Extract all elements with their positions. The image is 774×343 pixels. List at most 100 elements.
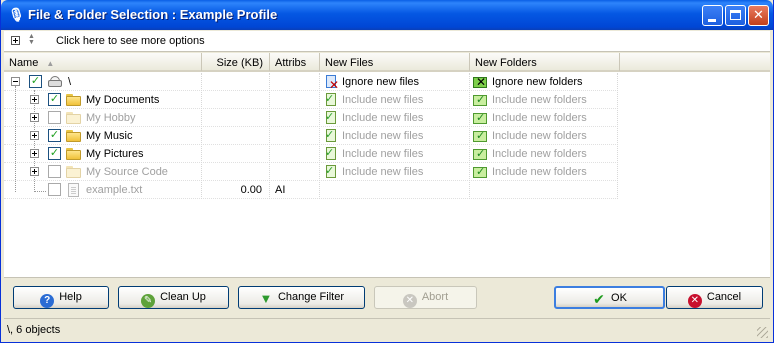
row-new-files[interactable]: Include new files	[342, 148, 423, 160]
column-header-new-folders[interactable]: New Folders	[470, 53, 620, 71]
close-icon: ✕	[753, 7, 764, 22]
checkmark-icon: ✔	[593, 291, 605, 307]
minimize-button[interactable]	[702, 5, 723, 26]
abort-icon: ✕	[402, 294, 417, 308]
change-filter-button[interactable]: ▼ Change Filter	[238, 286, 365, 309]
include-new-folders-icon[interactable]: ✓	[472, 128, 488, 144]
include-new-files-icon[interactable]: ✓	[323, 110, 339, 126]
row-checkbox[interactable]	[48, 147, 61, 160]
include-new-files-icon[interactable]: ✓	[323, 128, 339, 144]
folder-icon	[66, 166, 81, 178]
folder-icon	[66, 148, 81, 160]
clean-up-button[interactable]: ✎ Clean Up	[118, 286, 229, 309]
row-checkbox[interactable]	[48, 165, 61, 178]
column-header-size[interactable]: Size (KB)	[202, 53, 270, 71]
row-new-files[interactable]: Include new files	[342, 166, 423, 178]
window-title: File & Folder Selection : Example Profil…	[28, 7, 278, 22]
expand-icon[interactable]	[30, 149, 39, 158]
row-divider	[4, 144, 616, 145]
expand-icon[interactable]	[30, 167, 39, 176]
include-new-folders-icon[interactable]: ✓	[472, 146, 488, 162]
include-new-files-icon[interactable]: ✓	[323, 146, 339, 162]
row-checkbox[interactable]	[48, 129, 61, 142]
row-new-folders[interactable]: Include new folders	[492, 148, 587, 160]
include-new-folders-icon[interactable]: ✓	[472, 110, 488, 126]
minimize-icon	[708, 19, 716, 22]
table-row[interactable]: My Hobby ✓ Include new files ✓ Include n…	[4, 109, 624, 127]
ok-button-label: OK	[611, 292, 627, 304]
maximize-button[interactable]	[725, 5, 746, 26]
status-text: \, 6 objects	[7, 324, 61, 336]
expand-icon[interactable]	[30, 95, 39, 104]
help-button-label: Help	[59, 291, 82, 303]
column-header-name[interactable]: Name ▲	[4, 53, 202, 71]
column-header-name-label: Name	[9, 57, 39, 69]
row-name: My Documents	[86, 94, 160, 106]
table-row[interactable]: My Music ✓ Include new files ✓ Include n…	[4, 127, 624, 145]
table-row[interactable]: My Pictures ✓ Include new files ✓ Includ…	[4, 145, 624, 163]
row-attribs: AI	[275, 184, 286, 196]
file-tree-grid[interactable]: Name ▲ Size (KB) Attribs New Files New Fo…	[4, 53, 770, 278]
row-name: My Pictures	[86, 148, 144, 160]
include-new-folders-icon[interactable]: ✓	[472, 92, 488, 108]
cancel-button-label: Cancel	[706, 291, 742, 303]
row-new-files[interactable]: Include new files	[342, 94, 423, 106]
expand-icon[interactable]	[30, 131, 39, 140]
ok-button[interactable]: ✔ OK	[554, 286, 665, 309]
abort-button[interactable]: ✕ Abort	[374, 286, 477, 309]
table-row[interactable]: \ ✕ Ignore new files ✕ Ignore new folder…	[4, 73, 624, 91]
more-options-bar[interactable]: ▲ ▼ Click here to see more options	[4, 31, 770, 52]
row-divider	[4, 162, 616, 163]
row-new-files[interactable]: Include new files	[342, 112, 423, 124]
table-row[interactable]: My Source Code ✓ Include new files ✓ Inc…	[4, 163, 624, 181]
row-name: My Music	[86, 130, 133, 142]
include-new-folders-icon[interactable]: ✓	[472, 164, 488, 180]
row-checkbox[interactable]	[48, 111, 61, 124]
row-divider	[4, 90, 616, 91]
row-checkbox[interactable]	[29, 75, 42, 88]
help-button[interactable]: ? Help	[13, 286, 109, 309]
row-divider	[4, 108, 616, 109]
row-name: \	[68, 76, 72, 88]
sort-ascending-icon: ▲	[46, 59, 55, 68]
expand-options-icon[interactable]	[11, 36, 20, 45]
row-checkbox[interactable]	[48, 183, 61, 196]
collapse-icon[interactable]	[11, 77, 20, 86]
ignore-new-folders-icon[interactable]: ✕	[472, 74, 488, 90]
microphone-icon: 🎙	[8, 7, 25, 22]
row-new-folders[interactable]: Include new folders	[492, 112, 587, 124]
column-header-new-files[interactable]: New Files	[320, 53, 470, 71]
row-checkbox[interactable]	[48, 93, 61, 106]
up-down-arrows-icon[interactable]: ▲ ▼	[27, 33, 36, 48]
column-divider	[617, 73, 618, 199]
row-divider	[4, 126, 616, 127]
table-row[interactable]: My Documents ✓ Include new files ✓ Inclu…	[4, 91, 624, 109]
table-row[interactable]: example.txt 0.00 AI	[4, 181, 624, 199]
column-header-attribs[interactable]: Attribs	[270, 53, 320, 71]
row-new-folders[interactable]: Ignore new folders	[492, 76, 583, 88]
drive-icon	[47, 76, 63, 88]
row-name: example.txt	[86, 184, 143, 196]
row-size: 0.00	[240, 184, 262, 196]
row-new-files[interactable]: Ignore new files	[342, 76, 419, 88]
file-folder-selection-window: 🎙 File & Folder Selection : Example Prof…	[0, 0, 774, 343]
row-name: My Hobby	[86, 112, 136, 124]
folder-icon	[66, 130, 81, 142]
resize-grip-icon[interactable]	[757, 327, 768, 338]
row-divider	[4, 198, 616, 199]
more-options-label[interactable]: Click here to see more options	[56, 35, 205, 47]
row-new-files[interactable]: Include new files	[342, 130, 423, 142]
row-new-folders[interactable]: Include new folders	[492, 94, 587, 106]
close-button[interactable]: ✕	[748, 5, 769, 26]
folder-icon	[66, 112, 81, 124]
cancel-button[interactable]: ✕ Cancel	[666, 286, 763, 309]
include-new-files-icon[interactable]: ✓	[323, 164, 339, 180]
cancel-icon: ✕	[687, 294, 702, 308]
row-new-folders[interactable]: Include new folders	[492, 166, 587, 178]
row-new-folders[interactable]: Include new folders	[492, 130, 587, 142]
status-bar: \, 6 objects	[4, 318, 770, 340]
ignore-new-files-icon[interactable]: ✕	[323, 74, 339, 91]
title-bar[interactable]: 🎙 File & Folder Selection : Example Prof…	[1, 0, 773, 30]
expand-icon[interactable]	[30, 113, 39, 122]
include-new-files-icon[interactable]: ✓	[323, 92, 339, 108]
